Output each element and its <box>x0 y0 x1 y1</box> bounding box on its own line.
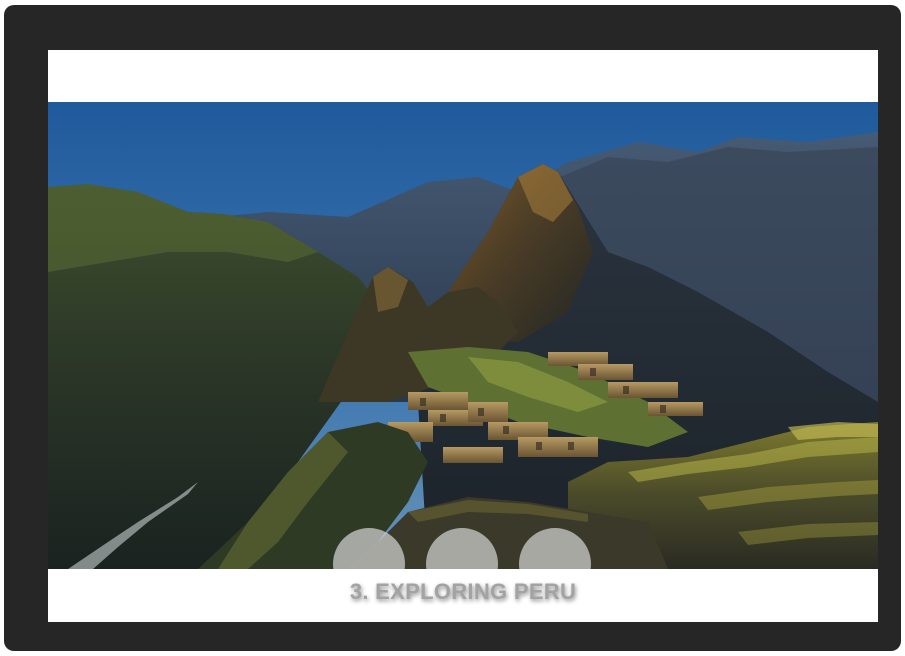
slide-pagination <box>333 528 593 569</box>
mountain-landscape-image <box>48 102 878 569</box>
slide-caption: 3. EXPLORING PERU <box>349 579 577 604</box>
slide-dot-3[interactable] <box>519 528 591 569</box>
slideshow-frame: 3. EXPLORING PERU <box>4 5 901 651</box>
slide-dot-1[interactable] <box>333 528 405 569</box>
slide-dot-2[interactable] <box>426 528 498 569</box>
slide-photo <box>48 102 878 569</box>
slide-card: 3. EXPLORING PERU <box>48 50 878 622</box>
